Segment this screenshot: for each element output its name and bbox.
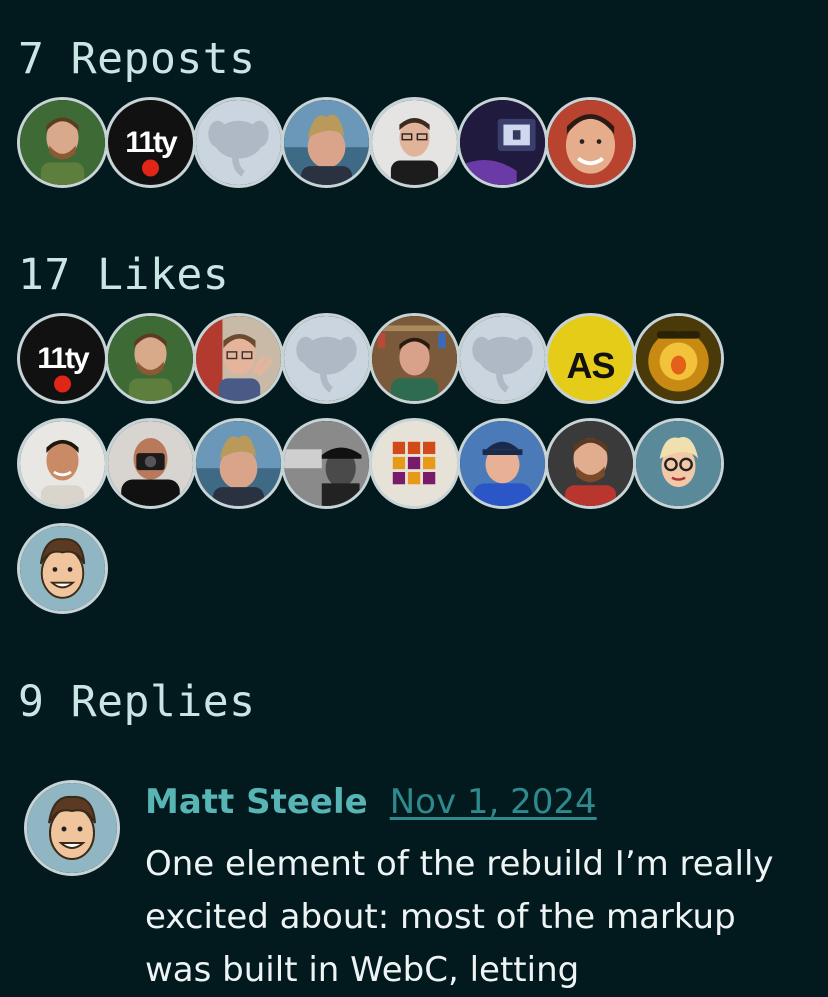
reply-header: Matt Steele Nov 1, 2024 (145, 782, 597, 822)
like-avatar-cartoon[interactable] (17, 523, 108, 614)
like-avatar[interactable] (369, 313, 460, 404)
like-avatar[interactable] (105, 313, 196, 404)
like-avatar[interactable] (633, 313, 724, 404)
like-avatar[interactable] (281, 418, 372, 509)
like-avatar-11ty[interactable]: 11ty (17, 313, 108, 404)
likes-heading: 17 Likes (18, 250, 230, 300)
reposts-heading: 7 Reposts (18, 34, 256, 84)
repost-avatar[interactable] (281, 97, 372, 188)
reply-date-link[interactable]: Nov 1, 2024 (390, 782, 597, 822)
like-avatar-mastodon[interactable] (457, 313, 548, 404)
reposts-avatar-list: 11ty (17, 97, 737, 188)
like-avatar[interactable] (17, 418, 108, 509)
replies-heading: 9 Replies (18, 677, 256, 727)
like-avatar-mastodon[interactable] (281, 313, 372, 404)
repost-avatar[interactable] (369, 97, 460, 188)
reply-author-name[interactable]: Matt Steele (145, 782, 368, 822)
repost-avatar[interactable] (17, 97, 108, 188)
repost-avatar[interactable] (457, 97, 548, 188)
repost-avatar[interactable] (545, 97, 636, 188)
like-avatar[interactable] (545, 418, 636, 509)
like-avatar-grid[interactable] (369, 418, 460, 509)
like-avatar[interactable] (193, 313, 284, 404)
reply-author-avatar[interactable] (24, 780, 120, 876)
like-avatar[interactable] (193, 418, 284, 509)
likes-avatar-list: 11ty AS (17, 313, 737, 614)
reply-body: One element of the rebuild I’m really ex… (145, 844, 774, 990)
like-avatar[interactable] (457, 418, 548, 509)
like-avatar-as[interactable]: AS (545, 313, 636, 404)
repost-avatar-mastodon[interactable] (193, 97, 284, 188)
like-avatar[interactable] (105, 418, 196, 509)
like-avatar[interactable] (633, 418, 724, 509)
repost-avatar-11ty[interactable]: 11ty (105, 97, 196, 188)
